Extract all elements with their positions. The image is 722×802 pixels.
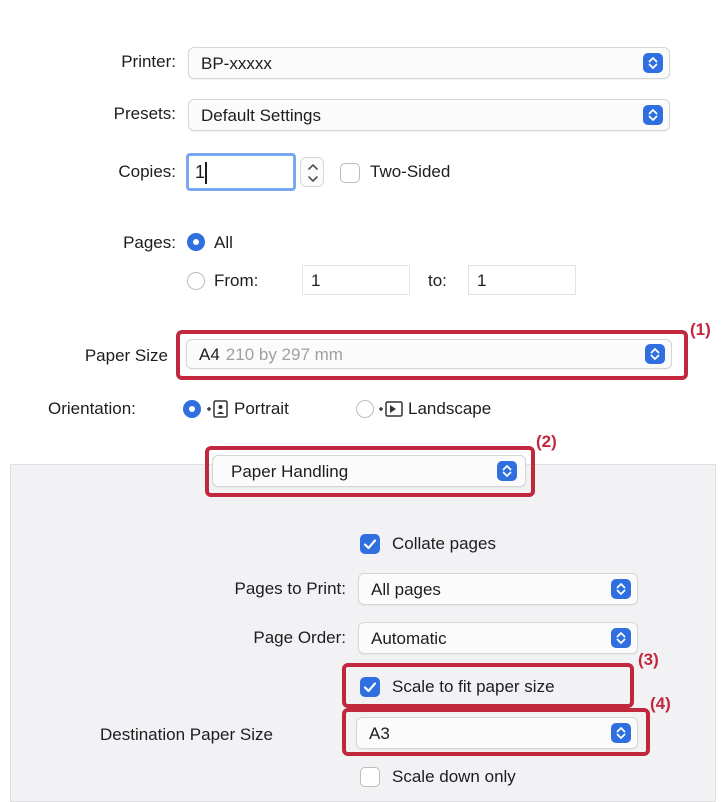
portrait-radio[interactable] <box>183 400 201 418</box>
highlight-box-3 <box>342 663 634 708</box>
copies-value: 1 <box>195 162 206 182</box>
callout-3: (3) <box>638 650 659 669</box>
copies-stepper[interactable] <box>300 157 324 187</box>
orientation-label: Orientation: <box>48 399 136 418</box>
callout-1: (1) <box>690 320 711 339</box>
pages-from-value: 1 <box>311 271 321 290</box>
page-order-popup[interactable]: Automatic <box>358 622 638 654</box>
copies-label: Copies: <box>118 162 176 181</box>
presets-label: Presets: <box>113 104 176 123</box>
chevron-updown-icon <box>643 53 663 73</box>
presets-popup[interactable]: Default Settings <box>188 99 670 131</box>
pages-label: Pages: <box>123 233 176 252</box>
scale-down-label: Scale down only <box>392 767 516 786</box>
two-sided-label: Two-Sided <box>370 162 451 181</box>
stepper-arrows-icon <box>308 164 318 182</box>
pages-to-label: to: <box>428 271 447 290</box>
two-sided-checkbox[interactable] <box>340 163 360 183</box>
pages-to-print-popup[interactable]: All pages <box>358 573 638 605</box>
page-order-label: Page Order: <box>253 628 346 647</box>
printer-value: BP-xxxxx <box>201 54 272 73</box>
pages-to-print-label: Pages to Print: <box>234 579 346 598</box>
landscape-label: Landscape <box>408 399 492 418</box>
dest-size-label: Destination Paper Size <box>100 725 273 744</box>
pages-to-value: 1 <box>477 271 487 290</box>
chevron-updown-icon <box>611 579 631 599</box>
paper-size-label: Paper Size <box>84 346 168 365</box>
presets-value: Default Settings <box>201 106 322 125</box>
page-order-value: Automatic <box>371 629 447 648</box>
portrait-label: Portrait <box>234 399 289 418</box>
printer-popup[interactable]: BP-xxxxx <box>188 47 670 79</box>
landscape-radio[interactable] <box>356 400 374 418</box>
pages-to-field[interactable]: 1 <box>468 265 576 295</box>
portrait-icon <box>206 399 228 418</box>
callout-4: (4) <box>650 694 671 713</box>
pages-all-radio[interactable] <box>187 233 205 251</box>
highlight-box-1 <box>176 330 688 380</box>
highlight-box-2 <box>205 446 535 497</box>
text-cursor <box>205 162 207 184</box>
pages-to-print-value: All pages <box>371 580 441 599</box>
callout-2: (2) <box>536 432 557 451</box>
pages-from-radio[interactable] <box>187 272 205 290</box>
printer-label: Printer: <box>121 52 176 71</box>
pages-all-label: All <box>214 233 233 252</box>
scale-down-checkbox[interactable] <box>360 767 380 787</box>
chevron-updown-icon <box>611 628 631 648</box>
copies-field[interactable]: 1 <box>186 153 296 191</box>
landscape-icon <box>378 399 403 417</box>
pages-from-label: From: <box>214 271 259 290</box>
highlight-box-4 <box>342 708 650 756</box>
collate-label: Collate pages <box>392 534 496 553</box>
chevron-updown-icon <box>643 105 663 125</box>
collate-checkbox[interactable] <box>360 534 380 554</box>
pages-from-field[interactable]: 1 <box>302 265 410 295</box>
